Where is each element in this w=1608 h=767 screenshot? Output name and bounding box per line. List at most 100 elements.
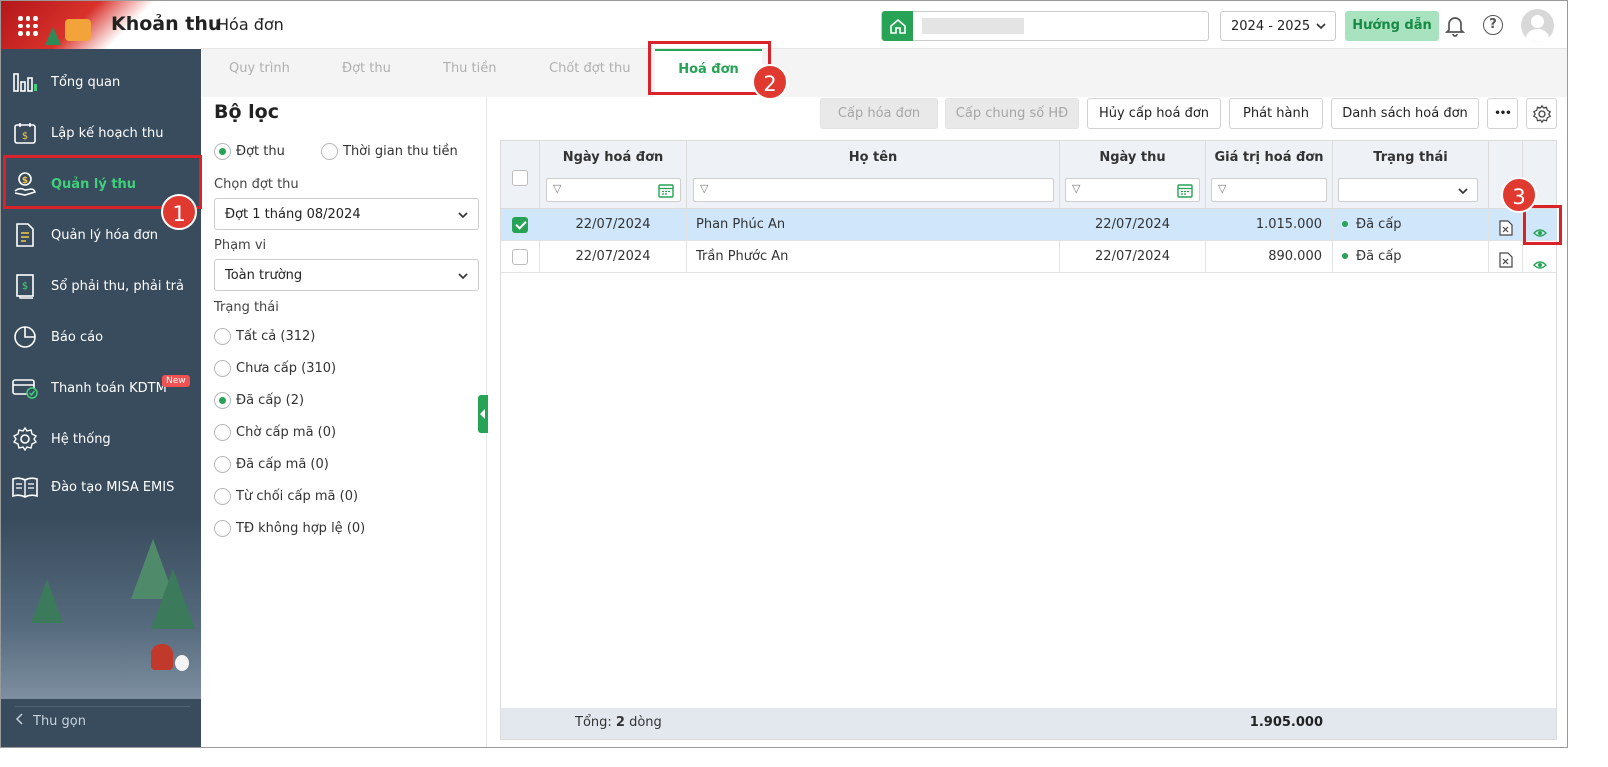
status-option[interactable]: Từ chối cấp mã (0) — [214, 488, 358, 505]
chevron-left-icon — [15, 713, 23, 729]
help-icon[interactable]: ? — [1483, 15, 1503, 35]
settings-button[interactable] — [1526, 98, 1557, 129]
panel-collapse-handle[interactable] — [478, 395, 488, 433]
tab-close-batch[interactable]: Chốt đợt thu — [549, 61, 631, 76]
status-text: Đã cấp — [1356, 217, 1402, 232]
radio-unchecked-icon — [214, 488, 231, 505]
new-badge: New — [162, 375, 190, 387]
invoice-list-button[interactable]: Danh sách hoá đơn — [1331, 98, 1479, 129]
row-select-cell — [501, 241, 540, 273]
avatar[interactable] — [1521, 9, 1554, 42]
blurred-school-name — [922, 18, 1024, 34]
sidebar-item-overview[interactable]: Tổng quan — [1, 57, 201, 107]
tab-collect-money[interactable]: Thu tiền — [443, 61, 497, 76]
col-name: Họ tên ▽ — [687, 141, 1060, 209]
view-cell — [1523, 241, 1556, 273]
pie-chart-icon — [11, 323, 39, 351]
status-option[interactable]: TĐ không hợp lệ (0) — [214, 520, 365, 537]
batch-select[interactable]: Đợt 1 tháng 08/2024 — [214, 198, 479, 230]
collect-date-cell: 22/07/2024 — [1060, 241, 1206, 273]
sidebar-item-ledger[interactable]: $ Sổ phải thu, phải trả — [1, 261, 201, 311]
sidebar-divider — [15, 706, 190, 707]
calendar-dollar-icon: $ — [11, 119, 39, 147]
issue-invoice-button[interactable]: Cấp hóa đơn — [820, 98, 938, 129]
top-bar: Khoản thu Hóa đơn 2024 - 2025 Hướng dẫn … — [1, 1, 1567, 49]
scope-label: Phạm vi — [214, 238, 267, 253]
collapse-sidebar-button[interactable]: Thu gọn — [15, 713, 86, 729]
status-cell: Đã cấp — [1333, 209, 1489, 241]
invoice-date-filter[interactable]: ▽ — [546, 178, 681, 202]
status-option[interactable]: Chưa cấp (310) — [214, 360, 336, 377]
row-checkbox[interactable] — [512, 249, 528, 265]
xml-file-icon[interactable] — [1498, 217, 1513, 241]
radio-by-time[interactable]: Thời gian thu tiền — [321, 143, 458, 160]
status-filter-select[interactable] — [1338, 178, 1478, 202]
col-status: Trạng thái — [1333, 141, 1489, 209]
footer-suffix: dòng — [629, 715, 662, 730]
column-header: Ngày hoá đơn — [562, 150, 664, 165]
column-header: Ngày thu — [1099, 150, 1166, 165]
status-option-label: Chờ cấp mã (0) — [236, 425, 337, 440]
amount-cell: 1.015.000 — [1206, 209, 1333, 241]
bell-icon[interactable] — [1444, 15, 1466, 41]
column-header: Trạng thái — [1373, 150, 1448, 165]
sidebar-item-label: Quản lý hóa đơn — [51, 227, 158, 243]
gift-decoration — [65, 19, 91, 41]
sidebar-item-training[interactable]: Đào tạo MISA EMIS — [1, 462, 201, 512]
table-footer: Tổng: 2 dòng 1.905.000 — [501, 708, 1556, 739]
radio-unchecked-icon — [214, 360, 231, 377]
status-option[interactable]: Tất cả (312) — [214, 328, 315, 345]
status-option[interactable]: Chờ cấp mã (0) — [214, 424, 336, 441]
more-options-button[interactable]: ••• — [1487, 98, 1518, 129]
filter-icon: ▽ — [1218, 182, 1227, 195]
open-book-icon — [11, 473, 39, 501]
col-collect-date: Ngày thu ▽ — [1060, 141, 1206, 209]
annotation-highlight-3 — [1523, 205, 1562, 245]
select-all-checkbox[interactable] — [512, 170, 528, 186]
table-row[interactable]: 22/07/2024 Phan Phúc An 22/07/2024 1.015… — [501, 209, 1556, 241]
tab-process[interactable]: Quy trình — [229, 61, 290, 76]
table-row[interactable]: 22/07/2024 Trần Phước An 22/07/2024 890.… — [501, 241, 1556, 273]
amount-filter[interactable]: ▽ — [1211, 178, 1327, 202]
status-option-selected[interactable]: Đã cấp (2) — [214, 392, 304, 409]
radio-unchecked-icon — [214, 424, 231, 441]
winter-illustration — [1, 519, 201, 699]
status-option[interactable]: Đã cấp mã (0) — [214, 456, 329, 473]
issue-common-number-button[interactable]: Cấp chung số HĐ — [945, 98, 1079, 129]
filter-panel: Bộ lọc Đợt thu Thời gian thu tiền Chọn đ… — [202, 97, 487, 747]
home-icon[interactable] — [882, 11, 913, 41]
pine-tree-decoration — [151, 569, 195, 629]
radio-by-batch[interactable]: Đợt thu — [214, 143, 285, 160]
xml-file-icon[interactable] — [1498, 249, 1513, 273]
eye-icon[interactable] — [1532, 251, 1547, 273]
row-checkbox[interactable] — [512, 217, 528, 233]
xml-file-cell — [1489, 209, 1523, 241]
guide-button[interactable]: Hướng dẫn — [1345, 11, 1439, 41]
select-all-column — [501, 141, 540, 209]
collect-date-filter[interactable]: ▽ — [1065, 178, 1200, 202]
publish-button[interactable]: Phát hành — [1229, 98, 1323, 129]
name-filter[interactable]: ▽ — [693, 178, 1054, 202]
app-window: Khoản thu Hóa đơn 2024 - 2025 Hướng dẫn … — [0, 0, 1568, 748]
chevron-down-icon — [1457, 185, 1469, 201]
cancel-issue-button[interactable]: Hủy cấp hoá đơn — [1087, 98, 1221, 129]
sidebar-item-system[interactable]: Hệ thống — [1, 414, 201, 464]
calendar-icon[interactable] — [658, 183, 674, 202]
sidebar-item-cashless-payment[interactable]: Thanh toán KDTM New — [1, 363, 201, 413]
school-year-select[interactable]: 2024 - 2025 — [1220, 11, 1336, 41]
calendar-icon[interactable] — [1177, 183, 1193, 202]
app-grid-icon[interactable] — [15, 13, 41, 39]
school-search-input[interactable] — [881, 11, 1209, 41]
gear-icon — [11, 425, 39, 453]
sidebar-item-report[interactable]: Báo cáo — [1, 312, 201, 362]
table-header: Ngày hoá đơn ▽ Họ tên ▽ Ngày thu ▽ Giá t… — [501, 141, 1556, 209]
status-cell: Đã cấp — [1333, 241, 1489, 273]
radio-checked-icon — [214, 143, 231, 160]
filter-icon: ▽ — [553, 182, 562, 195]
column-header: Họ tên — [848, 150, 898, 165]
tab-collection-batch[interactable]: Đợt thu — [342, 61, 391, 76]
radio-label: Thời gian thu tiền — [343, 144, 458, 159]
scope-select[interactable]: Toàn trường — [214, 259, 479, 291]
xml-file-cell — [1489, 241, 1523, 273]
sidebar-item-plan[interactable]: $ Lập kế hoạch thu — [1, 108, 201, 158]
